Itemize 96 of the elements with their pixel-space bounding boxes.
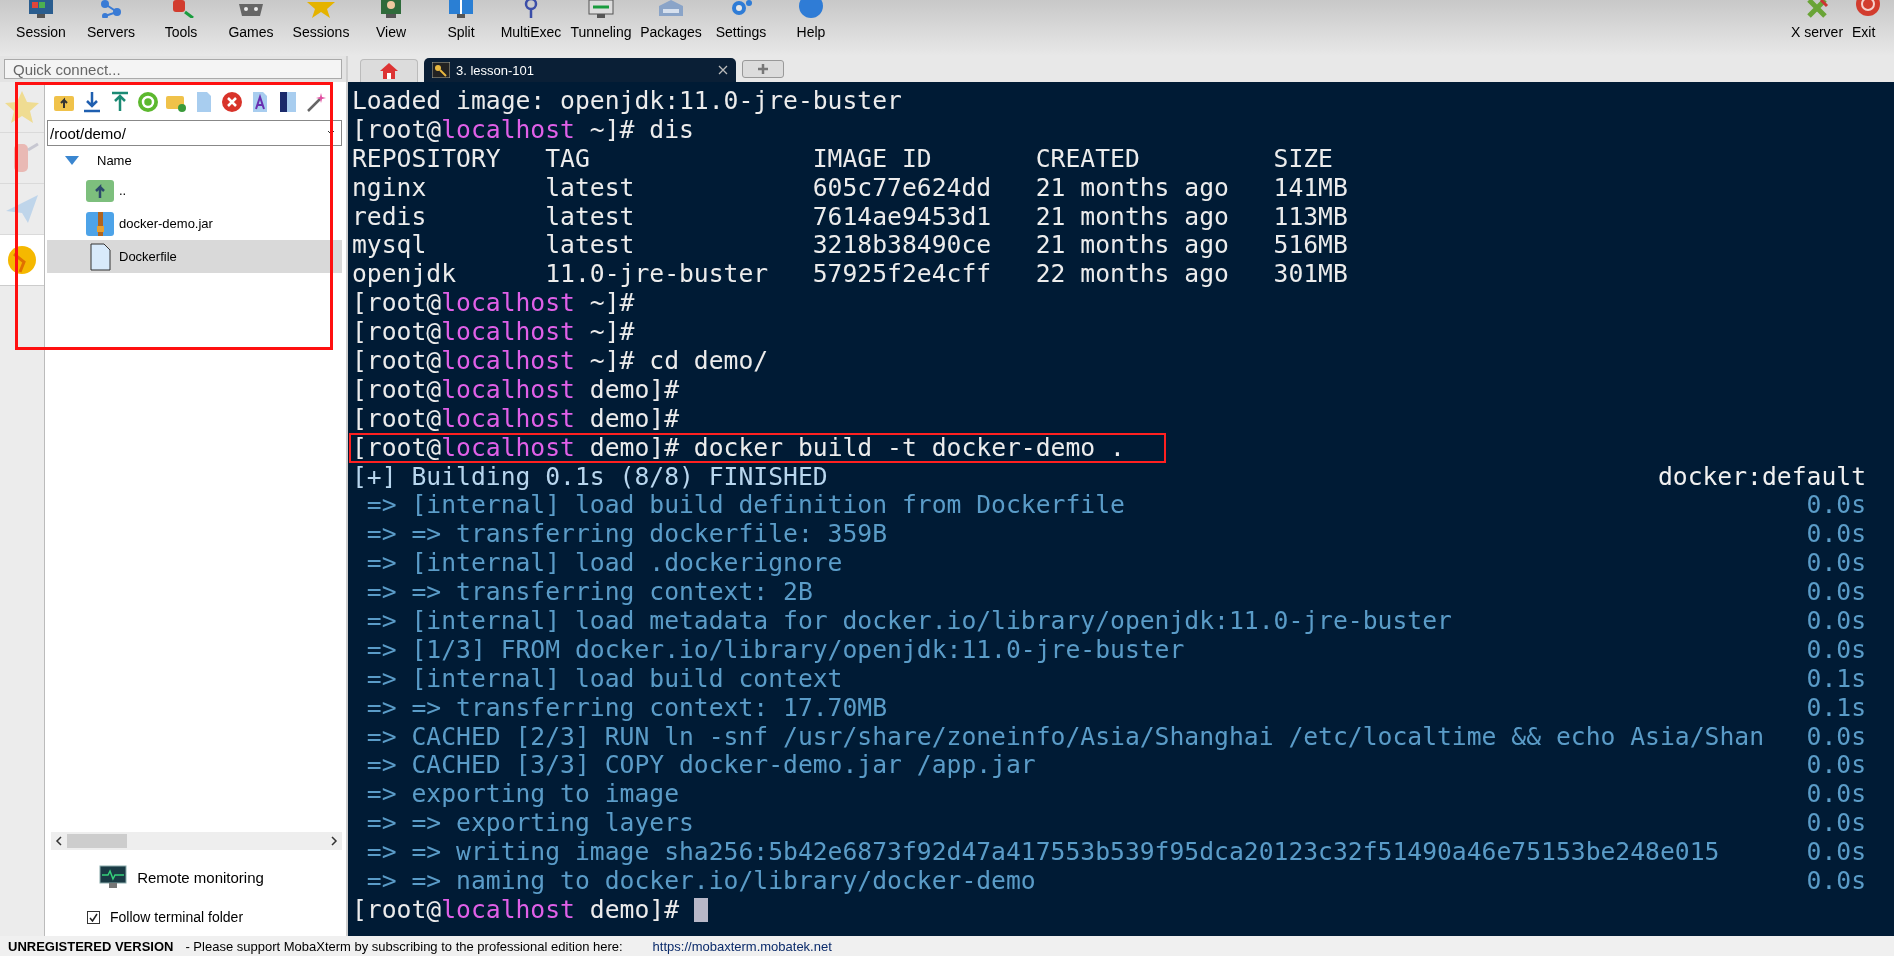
terminal-line: Loaded image: openjdk:11.0-jre-buster xyxy=(352,87,902,116)
close-icon[interactable] xyxy=(718,65,728,75)
monitor-icon xyxy=(99,865,128,889)
toolbar-button[interactable]: Packages xyxy=(640,24,702,40)
plus-icon xyxy=(757,63,769,75)
house-icon xyxy=(379,62,399,80)
toolbar-button[interactable]: Settings xyxy=(715,24,767,40)
step-duration: 0.0s xyxy=(1806,867,1866,896)
toolbar-button[interactable]: Games xyxy=(228,24,274,40)
toolbar-button[interactable]: View xyxy=(375,24,407,40)
toolbar-button[interactable]: Split xyxy=(447,24,475,40)
terminal-line: redis latest 7614ae9453d1 21 months ago 113MB xyxy=(352,202,1348,232)
terminal-line: => => transferring dockerfile: 359B xyxy=(365,520,888,550)
step-duration: 0.1s xyxy=(1806,664,1866,694)
quick-connect-field[interactable]: Quick connect... xyxy=(4,59,342,79)
toolbar-button[interactable]: Session xyxy=(16,24,66,40)
step-duration: 0.0s xyxy=(1806,635,1866,665)
file-row[interactable]: Dockerfile xyxy=(47,240,342,273)
prompt-line: [root@localhost ~]# dis xyxy=(352,115,694,144)
prompt-line: [root@localhost ~]# xyxy=(352,289,635,318)
step-duration: 0.0s xyxy=(1806,751,1866,781)
terminal-line: => CACHED [2/3] RUN ln -snf /usr/share/zoneinfo/Asia/Shanghai /etc/localtime && echo Asia/Shan xyxy=(365,722,1764,752)
version-label: UNREGISTERED VERSION xyxy=(8,938,174,954)
terminal-line: => => exporting layers xyxy=(365,809,694,839)
scroll-left-icon[interactable] xyxy=(55,836,63,846)
session-tab[interactable]: 3. lesson-101 xyxy=(424,58,736,82)
horizontal-scrollbar[interactable] xyxy=(51,832,342,850)
tunnel-icon[interactable] xyxy=(585,0,617,18)
sort-arrow-icon[interactable] xyxy=(65,155,79,165)
toolbar-button[interactable]: Tunneling xyxy=(570,24,632,40)
website-link[interactable]: https://mobaxterm.mobatek.net xyxy=(652,938,832,954)
terminal-line: => exporting to image xyxy=(365,780,679,810)
delete-icon[interactable] xyxy=(221,91,243,113)
scroll-right-icon[interactable] xyxy=(330,836,338,846)
terminal-line: REPOSITORY TAG IMAGE ID CREATED SIZE xyxy=(352,144,1333,174)
file-row[interactable]: .. xyxy=(47,174,342,207)
step-duration: 0.1s xyxy=(1806,693,1866,723)
terminal-line: => [internal] load metadata for docker.io/library/openjdk:11.0-jre-buster xyxy=(365,607,1452,636)
toolbar-button[interactable]: Sessions xyxy=(292,24,350,40)
checkbox-label[interactable]: Follow terminal folder xyxy=(110,909,244,925)
archive-icon xyxy=(85,209,115,238)
upload-icon[interactable] xyxy=(109,91,131,113)
terminal-line: => => writing image sha256:5b42e6873f92d47a417553b539f95dca20123c32f51490a46e75153be248e015 xyxy=(365,838,1720,868)
terminal-line: => => transferring context: 17.70MB xyxy=(365,693,888,723)
star-icon[interactable] xyxy=(305,0,337,18)
terminal-line: => [internal] load build context xyxy=(365,664,843,694)
toolbar-button[interactable]: Servers xyxy=(86,24,136,40)
toolbar-button[interactable]: Exit xyxy=(1852,24,1876,40)
step-duration: 0.0s xyxy=(1806,578,1866,608)
text-cursor xyxy=(693,897,708,922)
terminal-line: => => naming to docker.io/library/docker-demo xyxy=(365,867,1036,896)
toolbar-button[interactable]: X server xyxy=(1790,24,1844,40)
step-duration: 0.0s xyxy=(1806,607,1866,636)
terminal-panel[interactable] xyxy=(348,82,1894,936)
terminal-line: => => transferring context: 2B xyxy=(365,578,813,608)
home-tab[interactable] xyxy=(360,59,418,82)
columns-icon[interactable] xyxy=(277,91,299,113)
toolbar-button[interactable]: Help xyxy=(796,24,826,40)
status-message: - Please support MobaXterm by subscribing to the professional edition here: xyxy=(185,938,623,954)
step-duration: 0.0s xyxy=(1806,549,1866,579)
dropdown-icon[interactable] xyxy=(327,130,335,136)
terminal-line: => CACHED [3/3] COPY docker-demo.jar /app.jar xyxy=(365,751,1036,781)
key-icon xyxy=(432,62,450,78)
terminal-line: => [1/3] FROM docker.io/library/openjdk:11.0-jre-buster xyxy=(365,635,1185,665)
path-field[interactable]: /root/demo/ xyxy=(47,120,342,146)
step-duration: 0.0s xyxy=(1806,809,1866,839)
scrollbar-thumb[interactable] xyxy=(67,834,127,848)
step-duration: 0.0s xyxy=(1806,491,1866,521)
file-row[interactable]: docker-demo.jar xyxy=(47,207,342,240)
download-icon[interactable] xyxy=(81,91,103,113)
column-header[interactable]: Name xyxy=(97,152,132,168)
toolbar-button[interactable]: MultiExec xyxy=(500,24,562,40)
step-duration: 0.0s xyxy=(1806,722,1866,752)
terminal-line: nginx latest 605c77e624dd 21 months ago 141MB xyxy=(352,173,1348,203)
step-duration: 0.0s xyxy=(1806,520,1866,550)
terminal-line: => [internal] load .dockerignore xyxy=(365,549,843,579)
builder-name: docker:default xyxy=(1657,462,1866,492)
toolbar-button[interactable]: Tools xyxy=(164,24,198,40)
prompt-line: [root@localhost ~]# cd demo/ xyxy=(352,347,769,375)
remote-monitoring-button[interactable]: Remote monitoring xyxy=(47,862,346,892)
new-tab-button[interactable] xyxy=(742,60,784,78)
refresh-icon[interactable] xyxy=(137,91,159,113)
prompt-line: [root@localhost demo]# xyxy=(352,895,680,924)
checkbox[interactable] xyxy=(87,910,100,924)
terminal-line: => [internal] load build definition from Dockerfile xyxy=(365,491,1125,521)
prompt-line: [root@localhost demo]# xyxy=(352,375,679,404)
terminal-line: mysql latest 3218b38490ce 21 months ago 516MB xyxy=(352,231,1348,261)
terminal-line: [+] Building 0.1s (8/8) FINISHED xyxy=(352,462,828,492)
side-tab[interactable] xyxy=(0,235,44,286)
prompt-line: [root@localhost demo]# docker build -t docker-demo . xyxy=(350,433,1165,462)
check-icon xyxy=(89,912,98,922)
step-duration: 0.0s xyxy=(1806,838,1866,868)
prompt-line: [root@localhost demo]# xyxy=(352,404,679,433)
prompt-line: [root@localhost ~]# xyxy=(352,318,635,347)
terminal-line: openjdk 11.0-jre-buster 57925f2e4cff 22 months ago 301MB xyxy=(352,260,1348,290)
step-duration: 0.0s xyxy=(1806,780,1866,810)
